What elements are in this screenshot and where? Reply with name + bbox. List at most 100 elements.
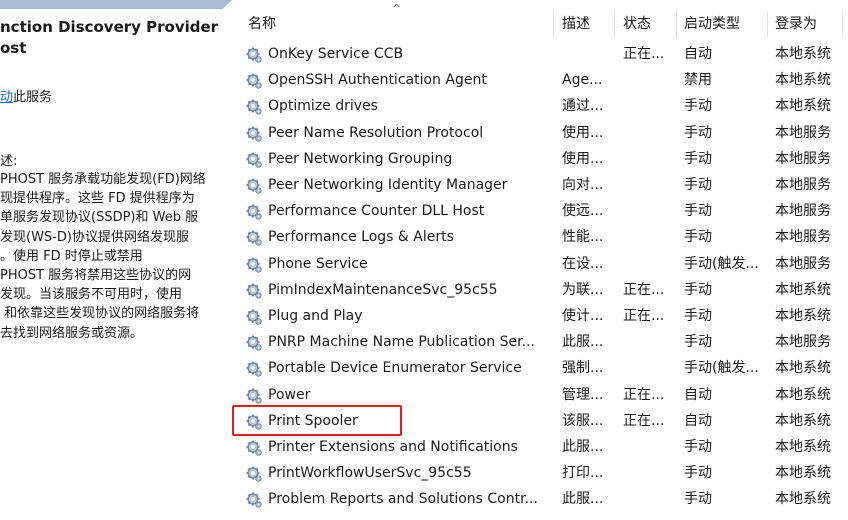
table-row[interactable]: Power 管理... 正在... 自动 本地系统 — [236, 382, 848, 408]
service-logon-as: 本地系统 — [775, 360, 831, 377]
table-row[interactable]: Portable Device Enumerator Service 强制... 手… — [236, 355, 848, 381]
service-startup-type: 自动 — [684, 386, 712, 403]
start-service-link[interactable]: 动 — [0, 90, 13, 105]
service-logon-as: 本地服务 — [775, 124, 831, 141]
services-table: ^ 名称 描述 状态 启动类型 登录为 OnKey Service CCB 正在.… — [236, 0, 848, 520]
service-startup-type: 手动 — [684, 229, 712, 246]
sort-ascending-icon[interactable]: ^ — [392, 2, 401, 15]
service-description-cell: 性能... — [562, 229, 604, 246]
service-name: PrintWorkflowUserSvc_95c55 — [268, 465, 472, 482]
service-logon-as: 本地服务 — [775, 229, 831, 246]
description-line: 单服务发现协议(SSDP)和 Web 服 — [0, 210, 199, 226]
service-startup-type: 手动 — [684, 334, 712, 351]
table-row[interactable]: Phone Service 在设... 手动(触发... 本地服务 — [236, 251, 848, 277]
service-name: Plug and Play — [268, 308, 363, 324]
service-gear-icon — [246, 256, 262, 273]
table-row[interactable]: Peer Name Resolution Protocol 使用... 手动 本地服务 — [236, 120, 848, 146]
table-row[interactable]: Peer Networking Grouping 使用... 手动 本地服务 — [236, 146, 848, 172]
service-logon-as: 本地系统 — [775, 439, 831, 455]
service-startup-type: 手动 — [684, 203, 712, 220]
column-header-name[interactable]: 名称 — [248, 10, 276, 38]
table-row[interactable]: Printer Extensions and Notifications 此服..… — [236, 434, 848, 460]
service-action: 动此服务 — [0, 86, 52, 105]
service-name: Peer Name Resolution Protocol — [268, 124, 484, 141]
service-description-cell: 该服... — [562, 412, 604, 429]
description-label: 述: — [0, 154, 18, 169]
service-logon-as: 本地服务 — [775, 203, 831, 220]
column-divider[interactable] — [767, 12, 768, 38]
service-name: Peer Networking Identity Manager — [268, 177, 508, 193]
service-name: Peer Networking Grouping — [268, 150, 453, 167]
column-divider[interactable] — [553, 12, 554, 38]
service-logon-as: 本地服务 — [775, 150, 831, 167]
table-row[interactable]: OpenSSH Authentication Agent Age... 禁用 本地系统 — [236, 67, 848, 93]
service-gear-icon — [246, 387, 262, 404]
service-gear-icon — [246, 465, 262, 482]
table-row[interactable]: OnKey Service CCB 正在... 自动 本地系统 — [236, 41, 848, 67]
service-name: Performance Counter DLL Host — [268, 203, 485, 220]
service-title-line: nction Discovery Provider — [0, 18, 219, 36]
service-description-cell: 使用... — [562, 150, 604, 167]
service-name: OnKey Service CCB — [268, 46, 404, 62]
service-status: 正在... — [623, 46, 665, 62]
description-line: 发现(WS-D)协议提供网络发现服 — [0, 229, 189, 245]
column-header-logon-as[interactable]: 登录为 — [775, 10, 817, 38]
service-logon-as: 本地系统 — [775, 281, 831, 298]
service-logon-as: 本地系统 — [775, 412, 831, 429]
service-title: nction Discovery Provider ost — [0, 17, 218, 59]
service-startup-type: 手动 — [684, 98, 712, 115]
service-description-cell: 在设... — [562, 255, 604, 272]
service-logon-as: 本地系统 — [775, 46, 831, 62]
service-gear-icon — [246, 151, 262, 168]
service-startup-type: 手动 — [684, 124, 712, 141]
table-row[interactable]: Performance Logs & Alerts 性能... 手动 本地服务 — [236, 224, 848, 250]
column-header-description[interactable]: 描述 — [562, 10, 590, 38]
service-name: Optimize drives — [268, 98, 378, 115]
service-startup-type: 手动 — [684, 177, 712, 193]
table-row[interactable]: Optimize drives 通过... 手动 本地系统 — [236, 93, 848, 119]
service-gear-icon — [246, 282, 262, 299]
service-gear-icon — [246, 439, 262, 456]
service-gear-icon — [246, 203, 262, 220]
table-row[interactable]: PrintWorkflowUserSvc_95c55 打印... 手动 本地系统 — [236, 460, 848, 486]
service-description-cell: Age... — [562, 72, 603, 89]
service-logon-as: 本地系统 — [775, 465, 831, 482]
service-description: PHOST 服务承载功能发现(FD)网络 现提供程序。这些 FD 提供程序为 单服务… — [0, 170, 206, 343]
service-description-cell: 此服... — [562, 439, 604, 455]
service-gear-icon — [246, 125, 262, 142]
service-startup-type: 手动 — [684, 439, 712, 455]
service-logon-as: 本地服务 — [775, 255, 831, 272]
highlight-box — [232, 405, 402, 436]
description-line: 和依靠这些发现协议的网络服务将 — [0, 306, 200, 322]
service-gear-icon — [246, 491, 262, 508]
service-name: PNRP Machine Name Publication Ser... — [268, 334, 535, 351]
table-row[interactable]: Plug and Play 使计... 正在... 手动 本地系统 — [236, 303, 848, 329]
description-line: PHOST 服务承载功能发现(FD)网络 — [0, 172, 206, 187]
service-logon-as: 本地系统 — [775, 72, 831, 89]
service-name: PimIndexMaintenanceSvc_95c55 — [268, 281, 498, 298]
table-row[interactable]: PimIndexMaintenanceSvc_95c55 为联... 正在... 手动… — [236, 277, 848, 303]
table-row[interactable]: Performance Counter DLL Host 使远... 手动 本地服务 — [236, 198, 848, 224]
service-name: Power — [268, 386, 311, 403]
service-description-cell: 强制... — [562, 360, 604, 377]
service-gear-icon — [246, 177, 262, 194]
service-startup-type: 手动 — [684, 465, 712, 482]
service-startup-type: 自动 — [684, 46, 712, 62]
action-text: 此服务 — [13, 90, 53, 105]
column-header-startup-type[interactable]: 启动类型 — [684, 10, 740, 38]
table-row[interactable]: Problem Reports and Solutions Contr... 此服… — [236, 486, 848, 512]
column-header-status[interactable]: 状态 — [623, 10, 651, 38]
description-line: 去找到网络服务或资源。 — [0, 325, 144, 341]
service-logon-as: 本地服务 — [775, 334, 831, 351]
column-divider[interactable] — [842, 12, 843, 38]
column-divider[interactable] — [614, 12, 615, 38]
service-description-cell: 使远... — [562, 203, 604, 220]
service-startup-type: 手动 — [684, 491, 712, 508]
table-row[interactable]: PNRP Machine Name Publication Ser... 此服..… — [236, 329, 848, 355]
service-name: OpenSSH Authentication Agent — [268, 72, 487, 89]
column-divider[interactable] — [676, 12, 677, 38]
service-startup-type: 手动 — [684, 281, 712, 298]
service-detail-panel: nction Discovery Provider ost 动此服务 述: PH… — [0, 0, 236, 520]
table-row[interactable]: Peer Networking Identity Manager 向对... 手动 本… — [236, 172, 848, 198]
service-description-cell: 向对... — [562, 177, 604, 193]
